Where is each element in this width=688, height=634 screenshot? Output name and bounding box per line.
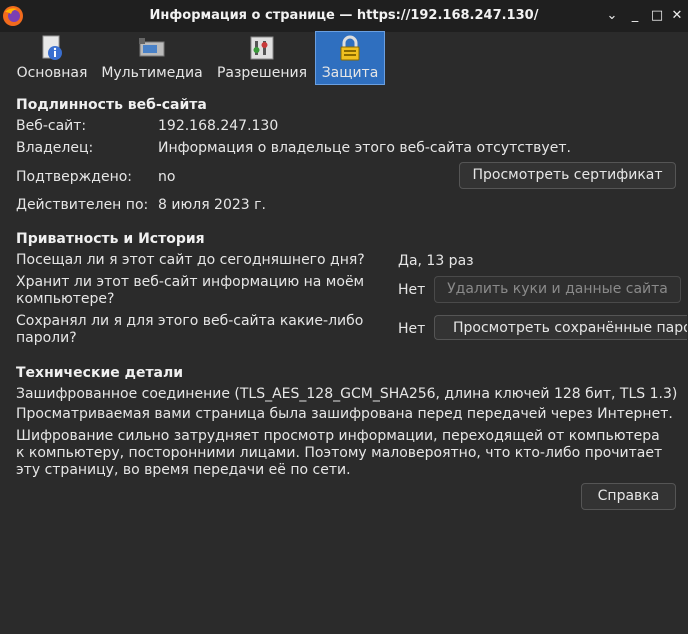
visited-question: Посещал ли я этот сайт до сегодняшнего д… — [16, 252, 365, 268]
maximize-button[interactable]: □ — [650, 9, 664, 23]
verified-label: Подтверждено: — [16, 169, 133, 185]
tab-security-label: Защита — [321, 65, 379, 81]
tab-permissions-label: Разрешения — [216, 65, 308, 81]
expires-label: Действителен по: — [16, 197, 149, 213]
minimize-button[interactable]: _ — [628, 9, 642, 23]
tab-media[interactable]: Мультимедиа — [100, 32, 204, 84]
window-title: Информация о странице — https://192.168.… — [149, 8, 539, 23]
website-value: 192.168.247.130 — [158, 118, 279, 134]
view-passwords-button[interactable]: Просмотреть сохранённые пароли — [434, 315, 687, 340]
media-icon — [139, 38, 165, 57]
cookies-question: Хранит ли этот веб-сайт информацию на мо… — [16, 274, 365, 307]
page-info-icon — [42, 35, 62, 60]
chevron-down-icon[interactable]: ⌄ — [605, 9, 619, 23]
tab-permissions[interactable]: Разрешения — [214, 32, 310, 84]
permissions-icon — [250, 36, 274, 60]
cookies-answer: Нет — [398, 282, 426, 298]
identity-heading: Подлинность веб-сайта — [16, 97, 207, 113]
visited-answer: Да, 13 раз — [398, 253, 474, 269]
privacy-heading: Приватность и История — [16, 231, 205, 247]
passwords-question: Сохранял ли я для этого веб-сайта какие-… — [16, 313, 364, 346]
close-button[interactable]: ✕ — [670, 9, 684, 23]
view-certificate-button[interactable]: Просмотреть сертификат — [459, 162, 676, 189]
encryption-details: Зашифрованное соединение (TLS_AES_128_GC… — [16, 386, 678, 402]
lock-icon — [340, 35, 360, 61]
expires-value: 8 июля 2023 г. — [158, 197, 266, 213]
help-button[interactable]: Справка — [581, 483, 676, 510]
tab-toolbar: Основная Мультимедиа Разрешения Защита — [0, 31, 688, 88]
passwords-answer: Нет — [398, 321, 426, 337]
owner-value: Информация о владельце этого веб-сайта о… — [158, 140, 571, 156]
encryption-explanation: Шифрование сильно затрудняет просмотр ин… — [16, 428, 663, 478]
technical-heading: Технические детали — [16, 365, 184, 381]
encryption-status: Просматриваемая вами страница была зашиф… — [16, 406, 673, 422]
owner-label: Владелец: — [16, 140, 94, 156]
website-label: Веб-сайт: — [16, 118, 87, 134]
tab-general[interactable]: Основная — [12, 32, 92, 84]
tab-security[interactable]: Защита — [315, 31, 385, 85]
clear-cookies-button[interactable]: Удалить куки и данные сайта — [434, 276, 681, 303]
verified-value: no — [158, 169, 176, 185]
tab-media-label: Мультимедиа — [101, 65, 203, 81]
tab-general-label: Основная — [16, 65, 88, 81]
window-titlebar: Информация о странице — https://192.168.… — [0, 0, 688, 32]
